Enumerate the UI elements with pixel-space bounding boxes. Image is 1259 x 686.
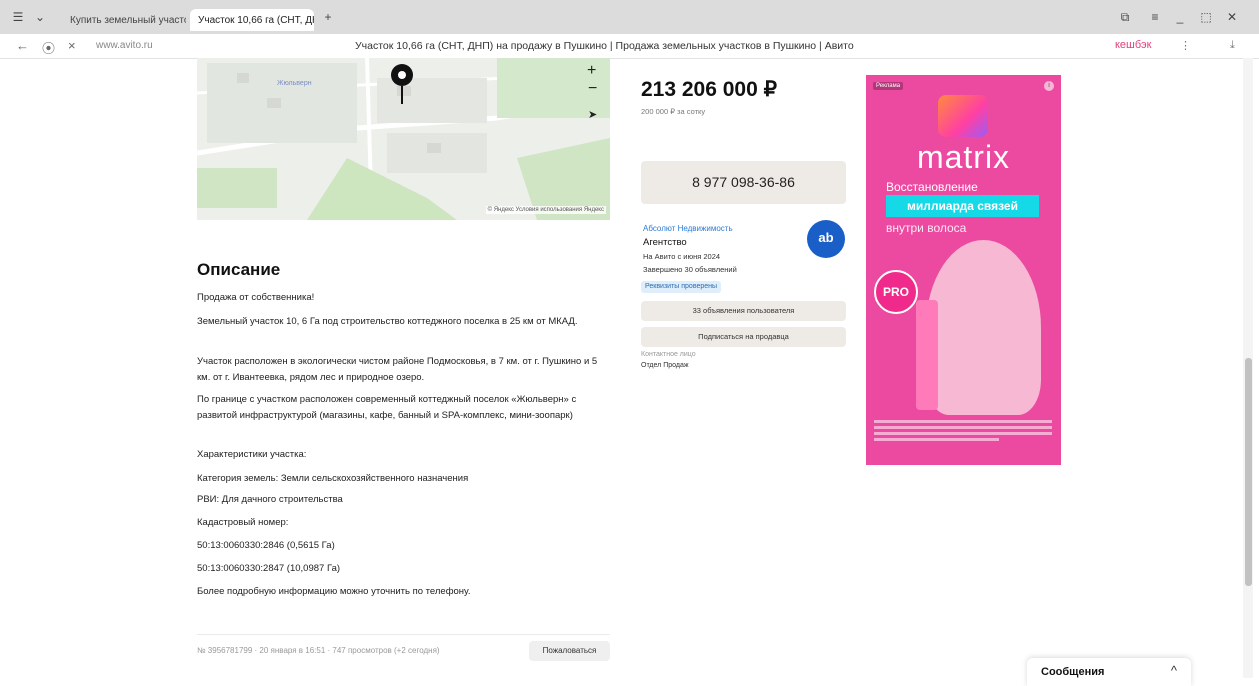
- divider: [197, 634, 610, 635]
- menu-icon[interactable]: ≡: [1145, 10, 1165, 24]
- ad-fine-print: [874, 420, 1052, 441]
- location-map[interactable]: Жюльверн + − ➤ © Яндекс Условия использо…: [197, 58, 610, 220]
- minimize-icon[interactable]: _: [1170, 10, 1190, 24]
- maximize-icon[interactable]: ⬚: [1196, 10, 1216, 24]
- description-paragraph: По границе с участком расположен совреме…: [197, 394, 577, 421]
- seller-since: На Авито с июня 2024: [643, 252, 721, 261]
- ad-line: Восстановление: [886, 180, 978, 194]
- all-ads-button[interactable]: 33 объявления пользователя: [641, 301, 846, 321]
- browser-tab-bar: ☰ ⌄ Купить земельный участок Участок 10,…: [0, 0, 1259, 34]
- contact-name: Отдел Продаж: [641, 362, 689, 369]
- url-field[interactable]: www.avito.ru: [96, 40, 153, 51]
- description-paragraph: Категория земель: Земли сельскохозяйстве…: [197, 473, 469, 484]
- ad-label: Реклама: [873, 82, 904, 90]
- site-info-icon[interactable]: ⦿: [42, 38, 55, 57]
- report-button[interactable]: Пожаловаться: [529, 641, 610, 661]
- description-paragraph: РВИ: Для дачного строительства: [197, 494, 343, 505]
- verified-badge: Реквизиты проверены: [641, 281, 722, 293]
- tab-label: Купить земельный участок: [70, 14, 186, 26]
- description-paragraph: Участок расположен в экологически чистом…: [197, 356, 598, 383]
- ad-banner[interactable]: Реклама i matrix Восстановление миллиард…: [866, 75, 1061, 465]
- messages-label: Сообщения: [1041, 666, 1105, 678]
- description-paragraph: 50:13:0060330:2847 (10,0987 Га): [197, 563, 341, 574]
- price: 213 206 000 ₽: [641, 78, 777, 101]
- map-pin-stem: [401, 86, 403, 104]
- map-place-label: Жюльверн: [277, 80, 312, 87]
- back-icon[interactable]: ←: [16, 38, 29, 53]
- seller-type: Агентство: [643, 237, 687, 248]
- listing-meta: № 3956781799 · 20 января в 16:51 · 747 п…: [197, 646, 440, 655]
- cashback-label[interactable]: кешбэк: [1115, 39, 1151, 51]
- zoom-out-button[interactable]: −: [588, 80, 597, 98]
- map-pin-icon: [391, 64, 413, 86]
- description-paragraph: Характеристики участка:: [197, 449, 307, 460]
- map-credit[interactable]: © Яндекс Условия использования Яндекс: [485, 206, 606, 214]
- tab-inactive[interactable]: Купить земельный участок: [62, 9, 186, 31]
- tab-label: Участок 10,66 га (СНТ, ДНП): [198, 14, 314, 26]
- subscribe-button[interactable]: Подписаться на продавца: [641, 327, 846, 347]
- description-heading: Описание: [197, 260, 281, 279]
- scrollbar-thumb[interactable]: [1245, 358, 1252, 586]
- address-bar: ← ⦿ × www.avito.ru Участок 10,66 га (СНТ…: [0, 34, 1259, 59]
- geolocate-icon[interactable]: ➤: [588, 108, 597, 121]
- matrix-logo-icon: [938, 95, 988, 137]
- seller-avatar[interactable]: ab: [807, 220, 845, 258]
- description-paragraph: Земельный участок 10, 6 Га под строитель…: [197, 316, 578, 327]
- ad-highlight: миллиарда связей: [886, 195, 1039, 217]
- tabs-dropdown-icon[interactable]: ⌄: [30, 10, 50, 24]
- zoom-in-button[interactable]: +: [587, 62, 596, 80]
- bookmarks-icon[interactable]: ⧉: [1115, 10, 1135, 25]
- contact-label: Контактное лицо: [641, 351, 696, 358]
- close-icon[interactable]: ✕: [1222, 10, 1242, 24]
- chevron-up-icon[interactable]: ^: [1171, 663, 1177, 678]
- description-paragraph: Кадастровый номер:: [197, 517, 289, 528]
- ad-brand: matrix: [916, 139, 1011, 175]
- ad-line: внутри волоса: [886, 221, 967, 235]
- browser-menu-icon[interactable]: ☰: [8, 10, 28, 24]
- seller-name-link[interactable]: Абсолют Недвижимость: [643, 224, 733, 233]
- price-per-hundred: 200 000 ₽ за сотку: [641, 107, 706, 116]
- product-tube-image: [916, 300, 938, 410]
- page-title: Участок 10,66 га (СНТ, ДНП) на продажу в…: [355, 40, 854, 52]
- new-tab-button[interactable]: +: [318, 10, 338, 24]
- messages-widget[interactable]: Сообщения ^: [1027, 658, 1191, 686]
- description-paragraph: Более подробную информацию можно уточнит…: [197, 586, 471, 597]
- ad-model-image: [926, 240, 1041, 415]
- stop-icon[interactable]: ×: [68, 38, 76, 53]
- description-paragraph: Продажа от собственника!: [197, 292, 315, 303]
- ad-info-icon[interactable]: i: [1044, 81, 1054, 91]
- ad-pro-badge: PRO: [874, 270, 918, 314]
- tab-active[interactable]: Участок 10,66 га (СНТ, ДНП) ×: [190, 9, 314, 31]
- show-phone-button[interactable]: 8 977 098-36-86: [641, 161, 846, 204]
- download-icon[interactable]: ⤓: [1230, 39, 1235, 52]
- scrollbar[interactable]: [1243, 58, 1253, 678]
- seller-completed: Завершено 30 объявлений: [643, 265, 737, 274]
- description-paragraph: 50:13:0060330:2846 (0,5615 Га): [197, 540, 335, 551]
- extensions-icon[interactable]: ⋮: [1180, 39, 1191, 52]
